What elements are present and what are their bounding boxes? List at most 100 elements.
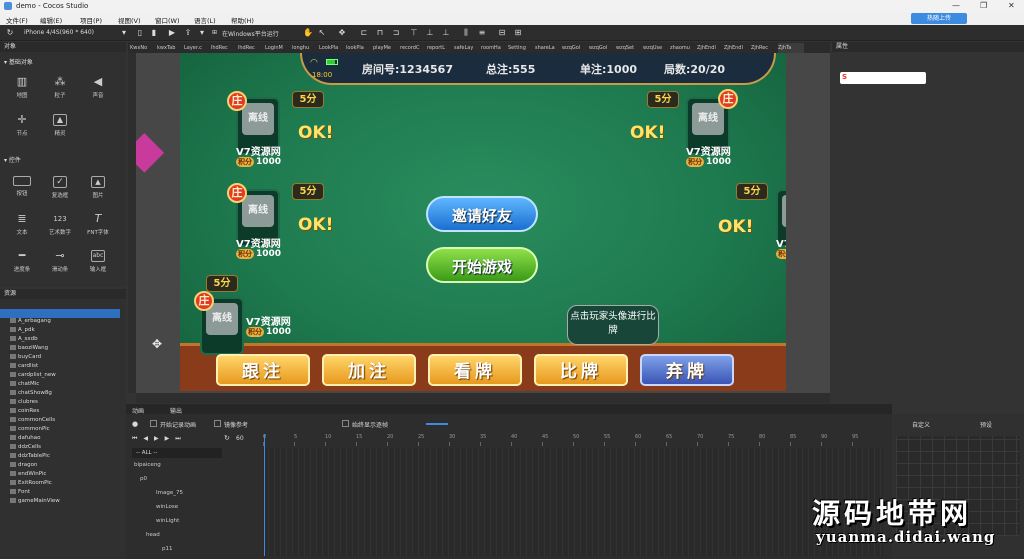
device-frame-icon[interactable]: ▯ bbox=[136, 29, 144, 37]
editor-tab[interactable]: longhu bbox=[292, 43, 318, 53]
align-right-icon[interactable]: ⊐ bbox=[392, 29, 400, 37]
resource-folder[interactable]: ddzTablePic bbox=[10, 453, 50, 461]
editor-tab[interactable]: zhaomu bbox=[670, 43, 696, 53]
widget-checkbox[interactable]: ✓ 复选框 bbox=[44, 176, 76, 199]
editor-tab[interactable]: lookPla bbox=[346, 43, 372, 53]
move-gizmo-icon[interactable]: ✥ bbox=[152, 337, 166, 351]
editor-tab[interactable]: ZjhEndl bbox=[697, 43, 723, 53]
editor-tab[interactable]: Setting bbox=[508, 43, 534, 53]
maximize-icon[interactable]: ❐ bbox=[980, 1, 987, 10]
resource-folder[interactable]: gameMainView bbox=[10, 498, 60, 506]
publish-button[interactable]: 热随上传 bbox=[911, 13, 967, 24]
timeline-node[interactable]: p0 bbox=[140, 476, 147, 486]
same-height-icon[interactable]: ⊞ bbox=[514, 29, 522, 37]
hand-icon[interactable]: ✋ bbox=[303, 29, 313, 37]
menu-help[interactable]: 帮助(H) bbox=[231, 15, 254, 25]
start-game-button[interactable]: 开始游戏 bbox=[426, 247, 538, 283]
editor-tab[interactable]: wzqGol bbox=[589, 43, 615, 53]
widget-bitmap-font[interactable]: T FNT字体 bbox=[82, 213, 114, 237]
ime-toolbar[interactable] bbox=[840, 72, 926, 84]
record-dot-icon[interactable]: ● bbox=[132, 420, 138, 428]
move-icon[interactable]: ✥ bbox=[338, 29, 346, 37]
widget-button[interactable]: 按钮 bbox=[6, 176, 38, 197]
timeline-node[interactable]: Image_75 bbox=[156, 490, 183, 500]
basic-section-title[interactable]: ▾ 基础对象 bbox=[4, 57, 33, 66]
editor-tab[interactable]: lhdRec bbox=[211, 43, 237, 53]
widget-sprite[interactable]: ▲ 精灵 bbox=[44, 114, 76, 137]
device-select[interactable]: iPhone 4/4S(960 * 640) bbox=[24, 29, 94, 36]
close-icon[interactable]: ✕ bbox=[1008, 1, 1015, 10]
fold-button[interactable]: 弃牌 bbox=[640, 354, 734, 386]
editor-tab[interactable]: ZjhRec bbox=[751, 43, 777, 53]
resource-folder[interactable]: chatShow8g bbox=[10, 390, 52, 398]
resource-folder[interactable]: dafuhao bbox=[10, 435, 41, 443]
resource-folder[interactable]: coinRes bbox=[10, 408, 39, 416]
editor-tab[interactable]: wzqUse bbox=[643, 43, 669, 53]
device-rotate-icon[interactable]: ▮ bbox=[150, 29, 158, 37]
resource-folder[interactable]: commonCells bbox=[10, 417, 55, 425]
resource-folder[interactable]: A_sxdb bbox=[10, 336, 38, 344]
timeline-node[interactable]: p11 bbox=[162, 546, 173, 556]
editor-tab[interactable]: ZjhEndl bbox=[724, 43, 750, 53]
node-filter-select[interactable]: -- ALL -- bbox=[132, 448, 222, 458]
editor-tab[interactable]: lhdRec bbox=[238, 43, 264, 53]
align-left-icon[interactable]: ⊏ bbox=[360, 29, 368, 37]
record-checkbox[interactable] bbox=[150, 420, 157, 427]
resource-folder[interactable]: chatMic bbox=[10, 381, 39, 389]
chevron-down-icon[interactable]: ▾ bbox=[120, 29, 128, 37]
resource-folder[interactable]: Font bbox=[10, 489, 30, 497]
resource-folder[interactable]: buyCard bbox=[10, 354, 41, 362]
align-bottom-icon[interactable]: ⊥ bbox=[442, 29, 450, 37]
onion-checkbox[interactable] bbox=[214, 420, 221, 427]
distribute-h-icon[interactable]: ⫼ bbox=[462, 29, 470, 37]
playhead[interactable] bbox=[264, 434, 265, 556]
controls-section-title[interactable]: ▾ 控件 bbox=[4, 155, 21, 164]
loop-icon[interactable]: ↻ bbox=[224, 434, 230, 442]
playback-controls[interactable]: ⏮◀▶▶⏭ bbox=[132, 435, 187, 443]
fps-value[interactable]: 60 bbox=[236, 435, 244, 442]
custom-tab[interactable]: 自定义 bbox=[912, 420, 930, 429]
compare-button[interactable]: 比牌 bbox=[534, 354, 628, 386]
resource-folder[interactable]: A_pdk bbox=[10, 327, 35, 335]
timeline-node[interactable]: winLight bbox=[156, 518, 179, 528]
editor-tab[interactable]: shareLa bbox=[535, 43, 561, 53]
resource-folder[interactable]: commonPic bbox=[10, 426, 50, 434]
zoom-slider[interactable] bbox=[426, 423, 448, 425]
resource-folder[interactable]: clubres bbox=[10, 399, 38, 407]
widget-particle[interactable]: ⁂ 粒子 bbox=[44, 76, 76, 100]
timeline-node[interactable]: winLose bbox=[156, 504, 178, 514]
editor-tab[interactable]: wzqGol bbox=[562, 43, 588, 53]
editor-tab[interactable]: safeLay bbox=[454, 43, 480, 53]
menu-window[interactable]: 窗口(W) bbox=[155, 15, 180, 25]
run-target-select[interactable]: 在Windows平台运行 bbox=[222, 29, 279, 38]
editor-tab[interactable]: LookPla bbox=[319, 43, 345, 53]
menu-language[interactable]: 语言(L) bbox=[194, 15, 216, 25]
editor-tab[interactable]: Layer.c bbox=[184, 43, 210, 53]
refresh-icon[interactable]: ↻ bbox=[6, 29, 14, 37]
widget-text[interactable]: ≣ 文本 bbox=[6, 213, 38, 237]
resource-folder[interactable]: A_erbagang bbox=[10, 318, 51, 326]
editor-tab[interactable]: wzqSet bbox=[616, 43, 642, 53]
ime-icon[interactable]: S bbox=[842, 73, 847, 81]
same-width-icon[interactable]: ⊟ bbox=[498, 29, 506, 37]
editor-tab[interactable]: ZjhTa bbox=[778, 43, 804, 53]
timeline-node[interactable]: head bbox=[146, 532, 160, 542]
resource-folder[interactable]: ddzCells bbox=[10, 444, 41, 452]
upload-icon[interactable]: ⇪ bbox=[184, 29, 192, 37]
widget-image[interactable]: ▲ 图片 bbox=[82, 176, 114, 199]
scene-canvas[interactable]: 房间号:1234567 总注:555 单注:1000 局数:20/20 ◠ 18… bbox=[136, 53, 830, 393]
select-icon[interactable]: ↖ bbox=[318, 29, 326, 37]
menu-edit[interactable]: 编辑(E) bbox=[40, 15, 62, 25]
widget-node[interactable]: ✛ 节点 bbox=[6, 114, 38, 138]
menu-view[interactable]: 视图(V) bbox=[118, 15, 141, 25]
distribute-v-icon[interactable]: ≡ bbox=[478, 29, 486, 37]
resource-folder[interactable]: endWinPic bbox=[10, 471, 46, 479]
widget-map[interactable]: ▥ 地图 bbox=[6, 76, 38, 100]
align-top-icon[interactable]: ⊤ bbox=[410, 29, 418, 37]
more-icon[interactable]: ▾ bbox=[198, 29, 206, 37]
menu-file[interactable]: 文件(F) bbox=[6, 15, 28, 25]
tab-animation[interactable]: 动画 bbox=[132, 406, 144, 415]
widget-textfield[interactable]: abc 输入框 bbox=[82, 250, 114, 273]
timeline-ruler[interactable]: 05101520253035404550556065707580859095 bbox=[263, 434, 883, 448]
call-button[interactable]: 跟注 bbox=[216, 354, 310, 386]
